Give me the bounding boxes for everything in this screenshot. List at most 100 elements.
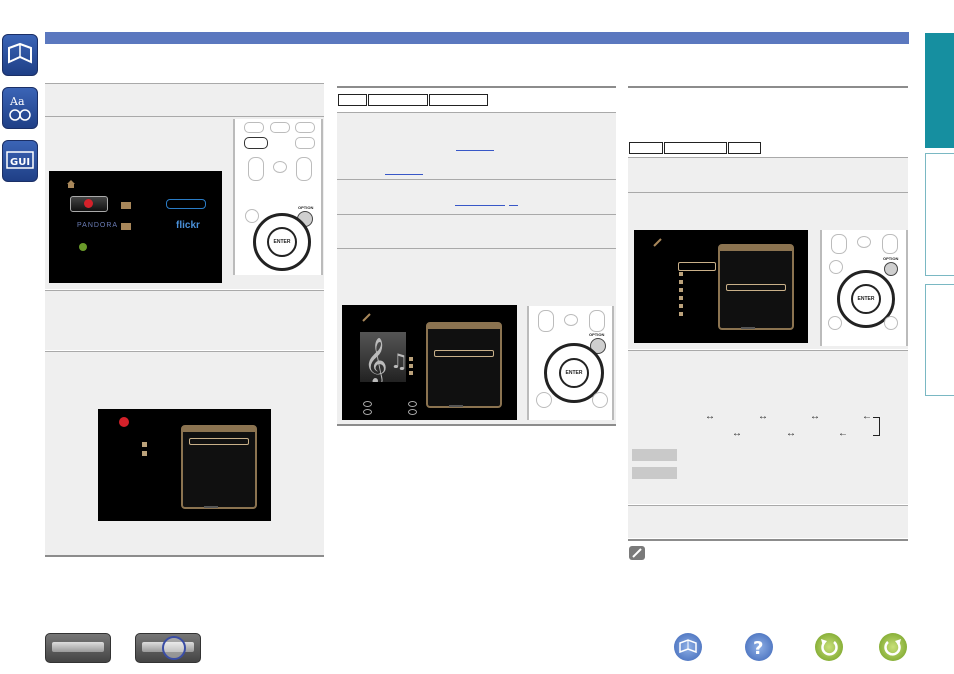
option-menu-screen [634,230,808,343]
pen-icon [653,238,662,247]
cycle-arrow: ← [838,428,848,439]
divider [628,539,908,541]
step-panel [45,291,324,350]
setting-label-box [632,449,677,461]
page-link[interactable] [455,205,505,206]
remote-button [536,392,552,408]
dpad[interactable]: ENTER [253,213,311,271]
control-icon [363,401,372,407]
front-panel-icon[interactable] [45,633,111,663]
step-panel [337,113,616,179]
favorites-option-screen [98,409,271,521]
rear-panel-icon[interactable] [135,633,201,663]
svg-text:𝄞: 𝄞 [364,338,388,382]
source-tag [664,142,727,154]
cycle-arrow: ↔ [732,428,742,439]
option-label: OPTION [589,332,605,337]
list-item-icon [142,442,147,447]
control-icon [363,409,372,415]
favorites-icon [119,417,129,427]
list-item-icon [409,357,413,361]
magnifier-icon [162,636,186,660]
app-icon [79,243,87,251]
mute-button [564,314,578,326]
selected-list-item [678,262,716,271]
home-icon [67,180,75,188]
list-item-icon [679,304,683,308]
list-item-icon [679,296,683,300]
remote-control: OPTION ENTER [820,230,908,346]
source-tag [429,94,488,106]
option-button[interactable] [884,262,898,276]
highlighted-option [726,284,786,291]
popup-header [428,324,500,329]
info-button [245,209,259,223]
step-panel [337,215,616,248]
volume-button [248,157,264,181]
divider [628,86,908,88]
highlighted-option [189,438,249,445]
cycle-arrow: ↔ [810,411,820,422]
note-icon [629,546,645,560]
step-panel [337,180,616,214]
remote-button [295,137,315,149]
remote-button [270,122,290,133]
remote-button [244,122,264,133]
mute-button [857,236,871,248]
divider [45,555,324,557]
option-popup [181,425,257,509]
list-item-icon [409,364,413,368]
right-tab-active[interactable] [925,33,954,148]
option-popup [718,244,794,330]
popup-header [183,427,255,432]
option-label: OPTION [883,256,899,261]
list-item-icon [679,288,683,292]
page-link[interactable] [456,150,494,151]
list-item-icon [142,451,147,456]
page-link[interactable] [385,174,423,175]
contents-icon[interactable] [674,633,702,661]
enter-button[interactable]: ENTER [851,284,881,314]
cycle-connector [873,417,880,436]
cycle-arrow: ← [862,411,872,422]
help-icon[interactable]: ? [745,633,773,661]
right-tab-3[interactable] [925,284,954,396]
remote-control: OPTION ENTER [527,306,614,420]
list-item-icon [679,272,683,276]
gui-icon[interactable]: GUI [2,140,38,182]
playback-option-screen: 𝄞 ♫ [342,305,517,420]
svg-text:?: ? [753,638,763,659]
network-menu-screen: PANDORA flickr [49,171,222,283]
book-icon[interactable] [2,34,38,76]
cycle-arrow: ↔ [705,411,715,422]
remote-button [828,316,842,330]
volume-button [538,310,554,332]
remote-control: OPTION ENTER [233,119,323,275]
pen-icon [362,313,371,322]
setting-label-box [632,467,677,479]
service-logo [166,199,206,209]
svg-text:GUI: GUI [10,157,30,168]
header-bar [45,32,909,44]
list-item-icon [409,371,413,375]
control-icon [408,409,417,415]
step-panel [45,84,324,116]
forward-icon[interactable] [879,633,907,661]
channel-button [589,310,605,332]
page-link[interactable] [509,205,518,206]
enter-button[interactable]: ENTER [267,227,297,257]
device-body [52,642,104,652]
channel-button [296,157,312,181]
glossary-icon[interactable]: Aa [2,87,38,129]
step-panel: ↔ ↔ ↔ ← ↔ ↔ ← [628,351,908,504]
source-tag [368,94,428,106]
highlighted-option [434,350,494,357]
network-button[interactable] [244,137,268,149]
info-button [829,260,843,274]
back-icon[interactable] [815,633,843,661]
source-tag [629,142,663,154]
divider [337,86,616,88]
enter-button[interactable]: ENTER [559,358,589,388]
step-panel [628,158,908,192]
right-tab-2[interactable] [925,153,954,276]
